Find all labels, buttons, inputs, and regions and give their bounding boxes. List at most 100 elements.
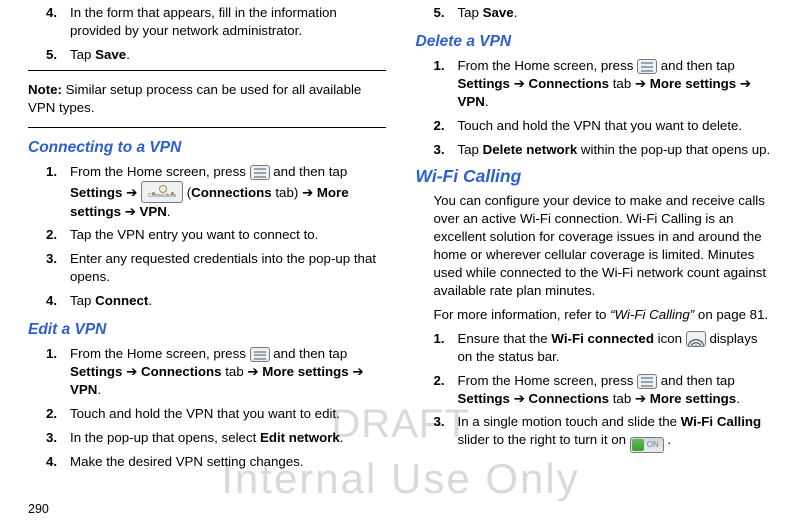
arrow: ➔ [125, 204, 140, 219]
heading-connecting: Connecting to a VPN [28, 138, 386, 159]
bold-text: Connections [529, 391, 610, 406]
step-text: Touch and hold the VPN that you want to … [458, 117, 774, 135]
step-text: Ensure that the Wi-Fi connected icon dis… [458, 330, 774, 366]
bold-text: VPN [140, 204, 167, 219]
step-text: In a single motion touch and slide the W… [458, 413, 774, 453]
text: Ensure that the [458, 331, 552, 346]
step-text: Tap Delete network within the pop-up tha… [458, 141, 774, 159]
bold-text: Connect [95, 293, 148, 308]
arrow: ➔ [122, 364, 141, 379]
text: . [126, 47, 130, 62]
text: on page 81. [698, 307, 768, 322]
note-block: Note: Similar setup process can be used … [28, 77, 386, 125]
list-item: 5. Tap Save. [434, 4, 774, 22]
step-text: Touch and hold the VPN that you want to … [70, 405, 386, 423]
text: and then tap [657, 58, 735, 73]
step-text: From the Home screen, press and then tap… [70, 163, 386, 221]
bold-text: Settings [70, 364, 122, 379]
text: Tap [458, 5, 483, 20]
note-text: Similar setup process can be used for al… [28, 82, 361, 115]
text: In the pop-up that opens, select [70, 430, 260, 445]
bold-text: Connections [529, 76, 610, 91]
bold-text: Wi-Fi connected [551, 331, 654, 346]
list-item: 3. Tap Delete network within the pop-up … [434, 141, 774, 159]
list-item: 1. From the Home screen, press and then … [46, 345, 386, 399]
step-number: 5. [434, 4, 458, 22]
wifi-icon [686, 331, 706, 347]
step-text: In the form that appears, fill in the in… [70, 4, 386, 40]
icon-label: Connections [142, 193, 182, 200]
arrow: ➔ [635, 391, 650, 406]
list-item: 3. In the pop-up that opens, select Edit… [46, 429, 386, 447]
bold-text: VPN [70, 382, 97, 397]
bold-text: More settings [650, 391, 736, 406]
step-text: From the Home screen, press and then tap… [458, 57, 774, 111]
step-number: 1. [46, 345, 70, 399]
step-number: 2. [46, 405, 70, 423]
text: In a single motion touch and slide the [458, 414, 681, 429]
text: tab) [272, 185, 302, 200]
note-label: Note: [28, 82, 62, 97]
list-item: 3. In a single motion touch and slide th… [434, 413, 774, 453]
bold-text: Wi-Fi Calling [681, 414, 761, 429]
page-body: 4. In the form that appears, fill in the… [0, 0, 801, 477]
toggle-label: ON [647, 440, 659, 449]
step-number: 4. [46, 292, 70, 310]
text: For more information, refer to [434, 307, 611, 322]
text: From the Home screen, press [458, 58, 638, 73]
arrow: ➔ [349, 364, 364, 379]
divider [28, 127, 386, 128]
list-item: 4. In the form that appears, fill in the… [46, 4, 386, 40]
text: From the Home screen, press [70, 346, 250, 361]
text: tab [609, 391, 635, 406]
list-item: 1. From the Home screen, press and then … [46, 163, 386, 221]
text: within the pop-up that opens up. [577, 142, 770, 157]
list-item: 4. Tap Connect. [46, 292, 386, 310]
text: icon [654, 331, 686, 346]
list-item: 2. Touch and hold the VPN that you want … [46, 405, 386, 423]
step-text: Tap the VPN entry you want to connect to… [70, 226, 386, 244]
right-column: 5. Tap Save. Delete a VPN 1. From the Ho… [416, 2, 774, 477]
step-number: 1. [434, 330, 458, 366]
menu-icon [250, 347, 270, 362]
step-number: 3. [434, 413, 458, 453]
step-number: 3. [46, 429, 70, 447]
step-number: 2. [46, 226, 70, 244]
step-number: 1. [46, 163, 70, 221]
list-item: 2. From the Home screen, press and then … [434, 372, 774, 408]
text: . [148, 293, 152, 308]
arrow: ➔ [510, 391, 529, 406]
bold-text: Settings [458, 391, 510, 406]
text: Tap [70, 293, 95, 308]
step-text: Tap Save. [70, 46, 386, 64]
connections-icon: Connections [141, 181, 183, 203]
step-text: From the Home screen, press and then tap… [458, 372, 774, 408]
step-number: 4. [46, 453, 70, 471]
bold-text: More settings [650, 76, 736, 91]
text: . [664, 432, 671, 447]
bold-text: Save [95, 47, 126, 62]
text: and then tap [270, 164, 348, 179]
step-number: 5. [46, 46, 70, 64]
text: From the Home screen, press [458, 373, 638, 388]
menu-icon [637, 59, 657, 74]
toggle-on-icon: ON [630, 437, 664, 453]
list-item: 4. Make the desired VPN setting changes. [46, 453, 386, 471]
bold-text: Save [483, 5, 514, 20]
arrow: ➔ [302, 185, 317, 200]
step-text: In the pop-up that opens, select Edit ne… [70, 429, 386, 447]
divider [28, 70, 386, 71]
arrow: ➔ [510, 76, 529, 91]
bold-text: Connections [141, 364, 222, 379]
step-number: 2. [434, 117, 458, 135]
list-item: 2. Tap the VPN entry you want to connect… [46, 226, 386, 244]
text: and then tap [657, 373, 735, 388]
text: tab [609, 76, 635, 91]
bold-text: VPN [458, 94, 485, 109]
list-item: 1. From the Home screen, press and then … [434, 57, 774, 111]
list-item: 5. Tap Save. [46, 46, 386, 64]
list-item: 3. Enter any requested credentials into … [46, 250, 386, 286]
step-text: Enter any requested credentials into the… [70, 250, 386, 286]
list-item: 2. Touch and hold the VPN that you want … [434, 117, 774, 135]
arrow: ➔ [247, 364, 262, 379]
